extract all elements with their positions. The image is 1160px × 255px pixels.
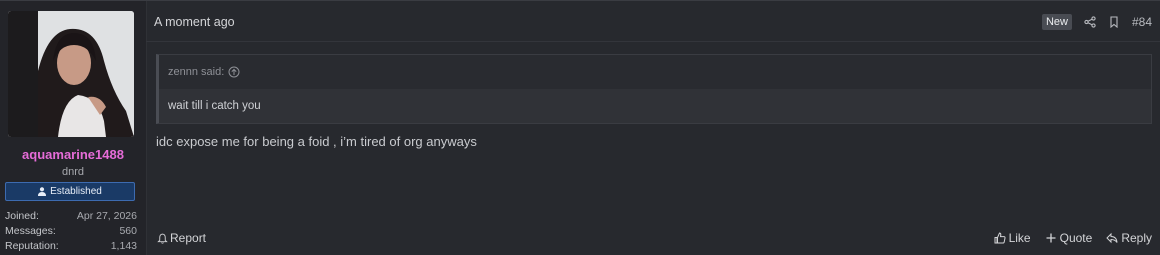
report-label[interactable]: Report	[170, 231, 206, 245]
message-post: aquamarine1488 dnrd Established Joined: …	[0, 0, 1160, 255]
stat-reputation: Reputation: 1,143	[5, 238, 137, 253]
stat-value: Apr 27, 2026	[76, 209, 137, 222]
bell-icon	[157, 233, 168, 244]
post-number-link[interactable]: #84	[1132, 15, 1152, 29]
stat-label: Messages:	[5, 224, 56, 237]
new-badge: New	[1041, 14, 1072, 30]
avatar-image	[8, 11, 134, 137]
quote-label[interactable]: Quote	[1060, 231, 1093, 245]
share-icon	[1084, 16, 1096, 28]
reply-label[interactable]: Reply	[1121, 231, 1152, 245]
user-sidebar: aquamarine1488 dnrd Established Joined: …	[0, 1, 147, 255]
quote-button[interactable]: Quote	[1045, 231, 1093, 245]
quote-block: zennn said: wait till i catch you	[156, 54, 1152, 124]
message-body: idc expose me for being a foid , i’m tir…	[156, 134, 477, 149]
plus-icon	[1046, 233, 1056, 243]
banner-label: Established	[50, 186, 102, 197]
post-footer-actions: Like Quote Reply	[994, 231, 1152, 245]
user-icon	[38, 187, 47, 196]
quote-header[interactable]: zennn said:	[159, 55, 1151, 89]
stat-value: 1,143	[110, 239, 137, 252]
header-divider	[146, 41, 1160, 42]
quote-text: wait till i catch you	[159, 89, 1151, 123]
stat-value: 560	[119, 224, 137, 237]
thumbs-up-icon	[994, 232, 1006, 244]
reply-button[interactable]: Reply	[1106, 231, 1152, 245]
like-button[interactable]: Like	[994, 231, 1031, 245]
username[interactable]: aquamarine1488	[0, 147, 146, 162]
post-timestamp[interactable]: A moment ago	[154, 15, 235, 29]
stat-label: Joined:	[5, 209, 39, 222]
share-button[interactable]	[1084, 16, 1096, 28]
quote-author[interactable]: zennn said:	[168, 66, 224, 78]
like-label[interactable]: Like	[1009, 231, 1031, 245]
user-title: dnrd	[61, 166, 85, 178]
bookmark-icon	[1110, 16, 1118, 28]
stat-joined: Joined: Apr 27, 2026	[5, 208, 137, 223]
avatar[interactable]	[8, 11, 134, 137]
reply-icon	[1106, 232, 1118, 244]
arrow-up-circle-icon[interactable]	[228, 66, 240, 78]
post-header-actions: New #84	[1041, 14, 1152, 30]
stat-label: Reputation:	[5, 239, 59, 252]
user-stats: Joined: Apr 27, 2026 Messages: 560 Reput…	[5, 208, 137, 253]
bookmark-button[interactable]	[1108, 16, 1120, 28]
report-button[interactable]: Report	[157, 231, 206, 245]
user-banner: Established	[5, 182, 135, 201]
stat-messages: Messages: 560	[5, 223, 137, 238]
